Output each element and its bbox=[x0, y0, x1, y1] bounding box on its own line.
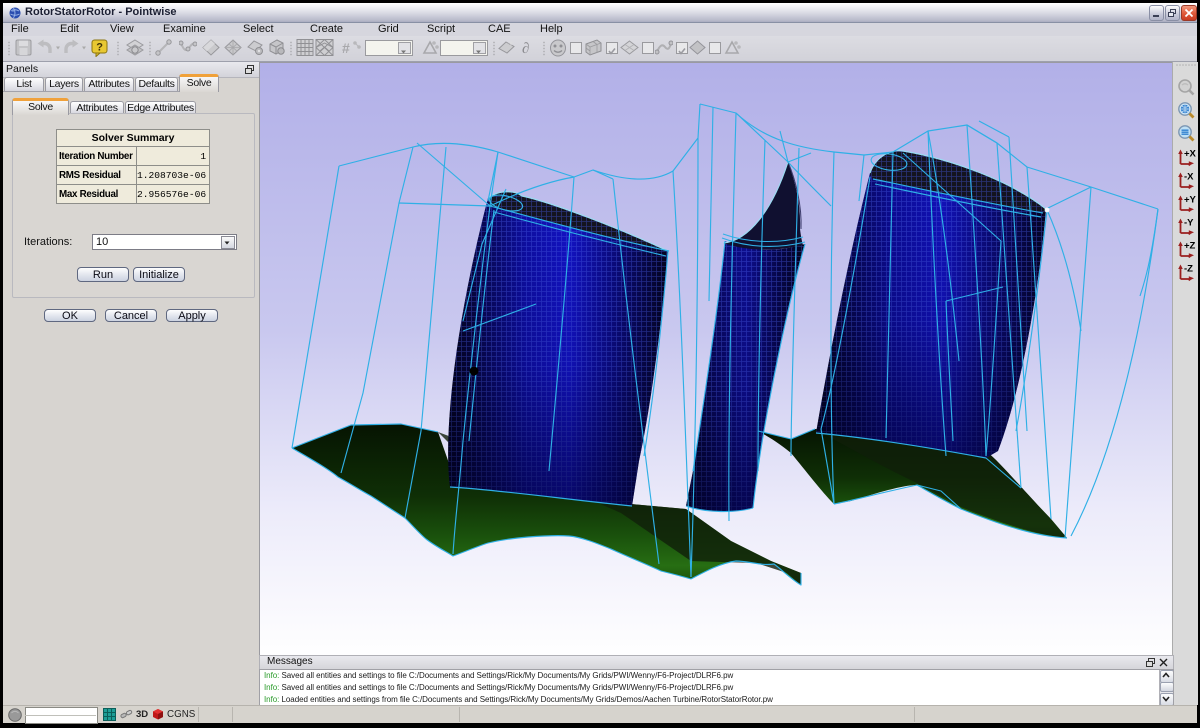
svg-text:+Y: +Y bbox=[1184, 195, 1197, 206]
svg-text:?: ? bbox=[96, 42, 103, 54]
svg-text:-X: -X bbox=[1184, 172, 1194, 183]
svg-text:+Z: +Z bbox=[1184, 241, 1196, 252]
svg-text:-Z: -Z bbox=[1184, 264, 1193, 275]
svg-text:+X: +X bbox=[1184, 149, 1197, 160]
svg-text:#: # bbox=[342, 40, 350, 56]
svg-text:∂: ∂ bbox=[522, 41, 529, 56]
svg-text:-Y: -Y bbox=[1184, 218, 1194, 229]
